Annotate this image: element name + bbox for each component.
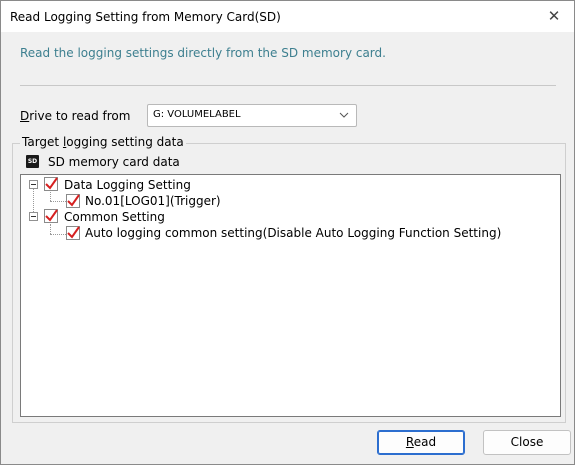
tree-node-label[interactable]: Common Setting bbox=[64, 210, 165, 224]
group-label-after: ogging setting data bbox=[66, 135, 184, 149]
tree-node-label[interactable]: No.01[LOG01](Trigger) bbox=[85, 194, 221, 208]
collapse-icon[interactable] bbox=[29, 180, 38, 189]
sd-card-label: SD memory card data bbox=[48, 155, 180, 169]
description-area: Read the logging settings directly from … bbox=[1, 32, 574, 86]
window-title: Read Logging Setting from Memory Card(SD… bbox=[10, 10, 281, 24]
target-logging-group-label: Target logging setting data bbox=[20, 135, 186, 149]
checkbox-checked-icon[interactable] bbox=[66, 226, 80, 240]
collapse-icon[interactable] bbox=[29, 212, 38, 221]
read-button-mnemonic: R bbox=[405, 435, 414, 449]
sd-card-icon: SD bbox=[26, 155, 39, 168]
close-icon[interactable]: ✕ bbox=[534, 1, 574, 32]
description-text: Read the logging settings directly from … bbox=[20, 46, 386, 60]
tree-node-label[interactable]: Auto logging common setting(Disable Auto… bbox=[85, 226, 501, 240]
description-divider bbox=[20, 85, 556, 86]
title-bar[interactable]: Read Logging Setting from Memory Card(SD… bbox=[1, 1, 574, 32]
dialog-window: Read Logging Setting from Memory Card(SD… bbox=[0, 0, 575, 465]
checkbox-checked-icon[interactable] bbox=[44, 209, 58, 223]
logging-tree[interactable]: Data Logging Setting No.01[LOG01](Trigge… bbox=[20, 174, 561, 417]
group-label-before: Target bbox=[22, 135, 63, 149]
close-button[interactable]: Close bbox=[483, 430, 571, 455]
drive-select-value: G: VOLUMELABEL bbox=[153, 109, 241, 120]
drive-label-mnemonic: D bbox=[20, 109, 30, 123]
tree-line bbox=[50, 201, 66, 202]
drive-label: Drive to read from bbox=[20, 109, 130, 123]
tree-node-label[interactable]: Data Logging Setting bbox=[64, 178, 191, 192]
read-button[interactable]: Read bbox=[377, 430, 465, 455]
tree-line bbox=[50, 224, 51, 234]
chevron-down-icon bbox=[339, 112, 349, 118]
checkbox-checked-icon[interactable] bbox=[44, 177, 58, 191]
drive-label-rest: rive to read from bbox=[29, 109, 131, 123]
tree-line bbox=[50, 234, 66, 235]
read-button-label: ead bbox=[413, 435, 437, 449]
checkbox-checked-icon[interactable] bbox=[66, 194, 80, 208]
drive-select[interactable]: G: VOLUMELABEL bbox=[147, 104, 357, 127]
tree-line bbox=[50, 192, 51, 201]
